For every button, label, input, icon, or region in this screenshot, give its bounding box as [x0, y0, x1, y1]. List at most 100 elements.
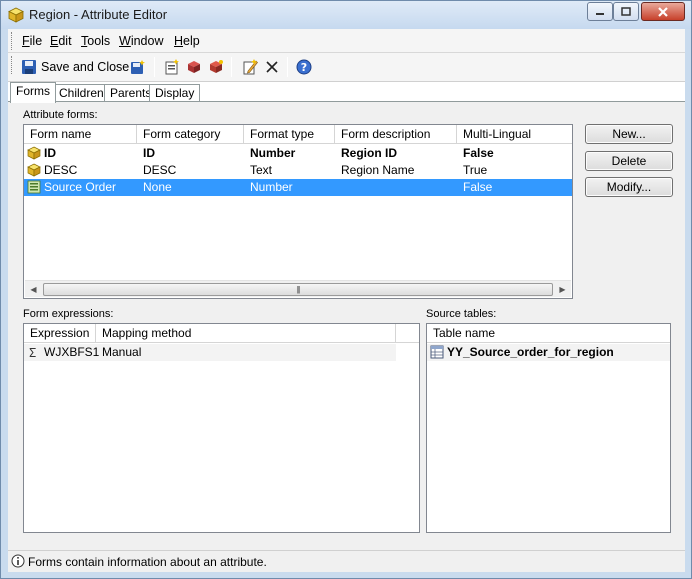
menu-file[interactable]: File [22, 34, 42, 48]
form-expressions-list[interactable]: Expression Mapping method Σ WJXBFS1 Manu… [23, 323, 420, 533]
multi-lingual: False [463, 180, 493, 194]
save-button[interactable] [127, 56, 149, 78]
attribute-forms-list[interactable]: Form name Form category Format type Form… [23, 124, 573, 299]
status-bar: Forms contain information about an attri… [8, 550, 685, 572]
save-new-icon [131, 60, 145, 74]
properties-button[interactable] [183, 56, 205, 78]
attribute-action-button[interactable] [205, 56, 227, 78]
toolbar-separator [287, 57, 288, 77]
client-area: File Edit Tools Window Help Save and Clo… [8, 29, 685, 572]
expression-icon: Σ [29, 346, 36, 359]
form-expressions-header: Expression Mapping method [24, 324, 419, 343]
svg-text:?: ? [301, 61, 307, 74]
attribute-action-icon [210, 60, 223, 73]
toolbar-grip [11, 56, 14, 74]
edit-button[interactable] [239, 56, 261, 78]
maximize-button[interactable] [613, 2, 639, 21]
column-form-category[interactable]: Form category [137, 125, 244, 144]
toolbar-separator [154, 57, 155, 77]
close-button[interactable] [641, 2, 685, 21]
menu-edit[interactable]: Edit [50, 34, 72, 48]
svg-text:Σ: Σ [29, 346, 36, 359]
delete-button[interactable]: Delete [585, 151, 673, 171]
status-text: Forms contain information about an attri… [28, 555, 267, 569]
save-and-close-label: Save and Close [41, 60, 130, 74]
multi-lingual: True [463, 163, 488, 177]
column-table-name[interactable]: Table name [427, 324, 670, 343]
title-bar[interactable]: Region - Attribute Editor [1, 1, 691, 29]
column-multi-lingual[interactable]: Multi-Lingual [457, 125, 572, 144]
form-category: DESC [143, 163, 177, 177]
tab-strip: Forms Children Parents Display [8, 82, 685, 103]
menu-file-key: F [22, 34, 30, 48]
forms-tab-panel: Attribute forms: Form name Form category… [8, 101, 685, 550]
menu-tools[interactable]: Tools [81, 34, 110, 48]
menu-help-rest: elp [183, 34, 200, 48]
scroll-thumb[interactable]: ||| [43, 283, 553, 296]
attribute-icon [8, 7, 24, 23]
scroll-left-icon[interactable]: ◀ [25, 281, 42, 298]
form-description: Region ID [341, 146, 397, 160]
delete-icon [266, 61, 278, 73]
info-icon [11, 554, 25, 568]
help-icon: ? [296, 59, 312, 75]
menu-help-key: H [174, 34, 184, 48]
attribute-forms-label: Attribute forms: [23, 109, 98, 121]
attribute-form-row[interactable]: Source Order None Number False [24, 179, 572, 196]
format-type: Text [250, 163, 273, 177]
edit-icon [243, 59, 258, 75]
toolbar: Save and Close ? [8, 53, 685, 82]
column-form-name[interactable]: Form name [24, 125, 137, 144]
menu-help[interactable]: Help [174, 34, 200, 48]
attribute-editor-window: Region - Attribute Editor File Edit Tool… [0, 0, 692, 579]
table-icon [430, 345, 444, 359]
form-description: Region Name [341, 163, 415, 177]
new-form-icon [165, 59, 179, 75]
minimize-icon [596, 12, 604, 15]
new-button[interactable]: New... [585, 124, 673, 144]
menu-bar: File Edit Tools Window Help [8, 29, 685, 53]
menu-tools-rest: ools [87, 34, 111, 48]
expression-value: WJXBFS1 [44, 345, 100, 359]
minimize-button[interactable] [587, 2, 613, 21]
menu-edit-rest: dit [58, 34, 72, 48]
menu-file-rest: ile [29, 34, 43, 48]
sort-form-icon [27, 180, 41, 194]
source-tables-header: Table name [427, 324, 670, 343]
column-format-type[interactable]: Format type [244, 125, 335, 144]
column-mapping-method[interactable]: Mapping method [96, 324, 396, 343]
source-tables-list[interactable]: Table name YY_Source_order_for_region [426, 323, 671, 533]
save-and-close-button[interactable]: Save and Close [17, 55, 133, 79]
column-expression[interactable]: Expression [24, 324, 96, 343]
attribute-form-row[interactable]: DESC DESC Text Region Name True [24, 162, 572, 179]
form-expressions-label: Form expressions: [23, 308, 114, 320]
source-table-row[interactable]: YY_Source_order_for_region [427, 344, 670, 361]
format-type: Number [250, 180, 293, 194]
tab-display[interactable]: Display [149, 84, 201, 102]
maximize-icon [621, 6, 631, 16]
attribute-form-icon [27, 146, 41, 160]
toolbar-separator [231, 57, 232, 77]
scroll-right-icon[interactable]: ▶ [554, 281, 571, 298]
attribute-form-row[interactable]: ID ID Number Region ID False [24, 145, 572, 162]
menu-window-key: W [119, 34, 131, 48]
horizontal-scrollbar[interactable]: ◀ ||| ▶ [25, 280, 571, 297]
delete-button-toolbar[interactable] [261, 56, 283, 78]
save-icon [22, 60, 36, 74]
modify-button[interactable]: Modify... [585, 177, 673, 197]
form-category: None [143, 180, 172, 194]
column-form-description[interactable]: Form description [335, 125, 457, 144]
help-button[interactable]: ? [293, 56, 315, 78]
expression-row[interactable]: Σ WJXBFS1 Manual [24, 344, 396, 361]
form-name: DESC [44, 163, 78, 177]
window-title: Region - Attribute Editor [29, 7, 168, 22]
menu-window[interactable]: Window [119, 34, 163, 48]
attribute-forms-header: Form name Form category Format type Form… [24, 125, 572, 144]
format-type: Number [250, 146, 296, 160]
tab-children[interactable]: Children [53, 84, 110, 102]
new-form-button[interactable] [161, 56, 183, 78]
menu-window-rest: indow [130, 34, 164, 48]
source-tables-label: Source tables: [426, 308, 497, 320]
form-name: ID [44, 146, 56, 160]
tab-forms[interactable]: Forms [10, 82, 56, 103]
